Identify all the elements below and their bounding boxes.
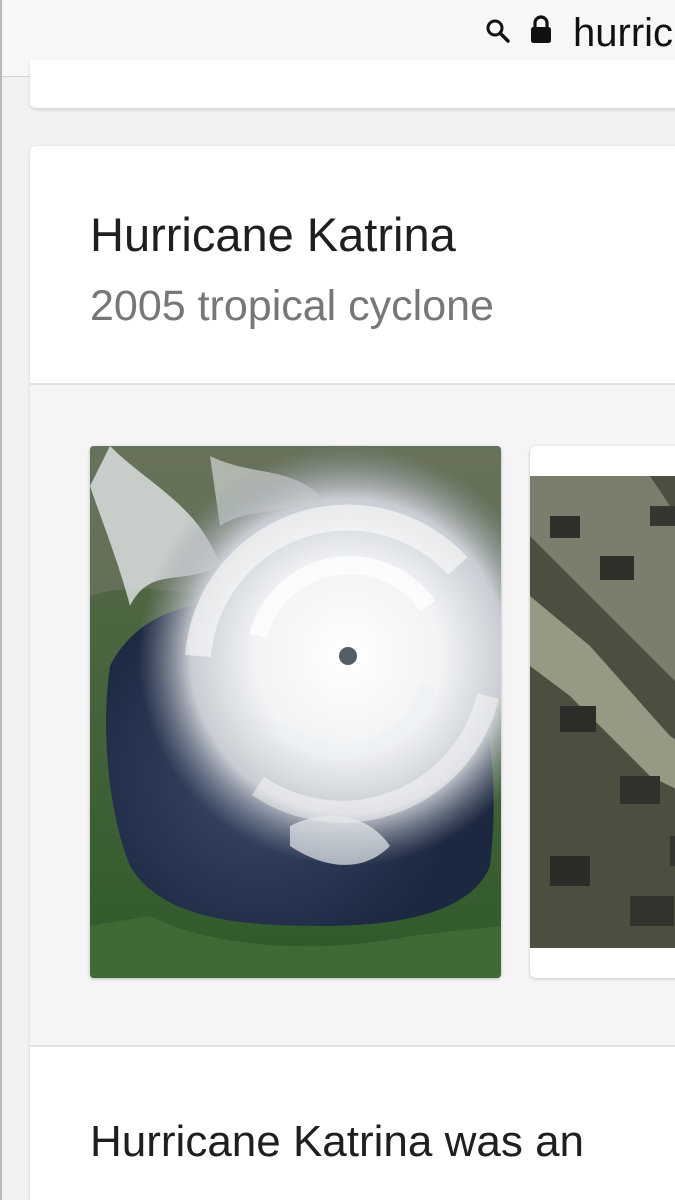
knowledge-panel-header: Hurricane Katrina 2005 tropical cyclone (30, 146, 675, 385)
flooded-neighborhood-picture (530, 476, 675, 948)
url-text[interactable]: hurric (573, 10, 673, 56)
entity-title[interactable]: Hurricane Katrina (90, 208, 456, 262)
search-icon (486, 19, 510, 43)
knowledge-panel: Hurricane Katrina 2005 tropical cyclone (30, 146, 675, 1200)
image-carousel[interactable] (30, 385, 675, 1047)
previous-result-card (30, 60, 675, 108)
browser-viewport: hurric Hurricane Katrina 2005 tropical c… (0, 0, 675, 1200)
flood-image[interactable] (530, 446, 675, 978)
satellite-image[interactable] (90, 446, 501, 978)
screen-edge (0, 0, 2, 1200)
entity-description: Hurricane Katrina was an (90, 1117, 585, 1166)
lock-icon (531, 15, 551, 43)
entity-subtitle: 2005 tropical cyclone (90, 282, 494, 330)
hurricane-satellite-picture (90, 446, 501, 978)
